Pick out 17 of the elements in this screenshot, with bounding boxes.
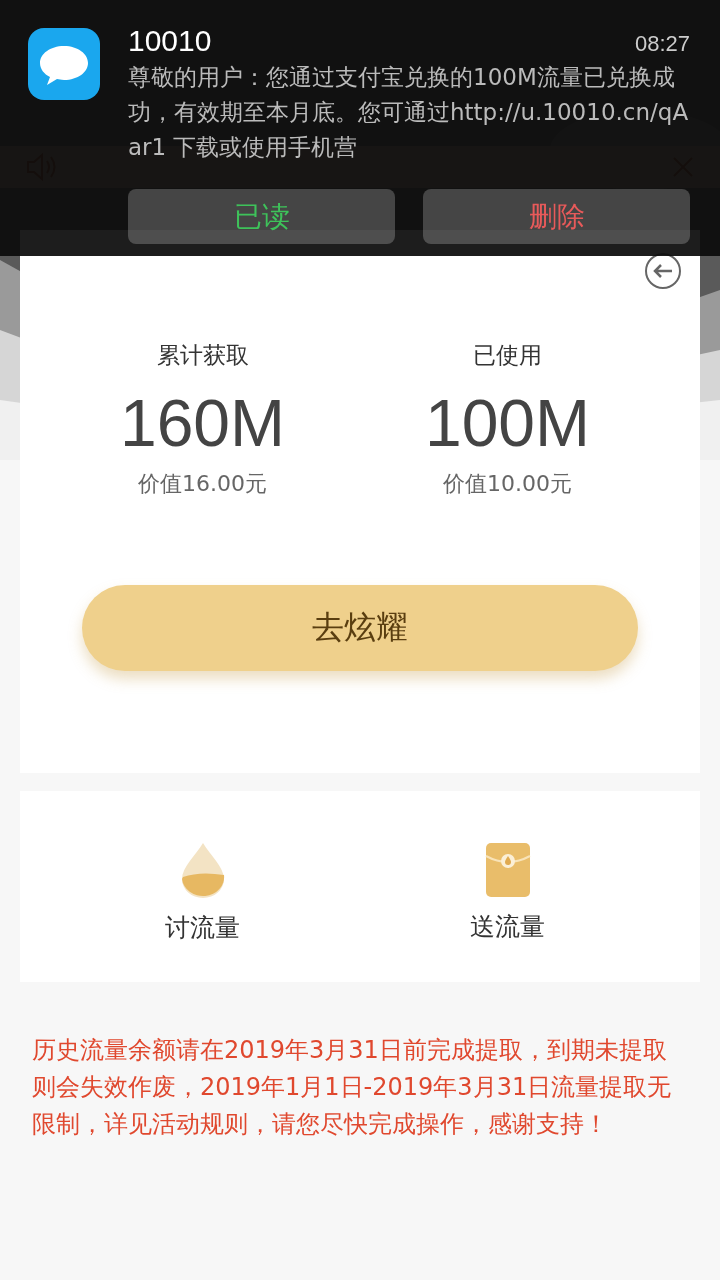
- show-off-button[interactable]: 去炫耀: [82, 585, 638, 671]
- message-app-icon[interactable]: [28, 28, 100, 100]
- stat-value: 100M: [424, 385, 591, 461]
- envelope-icon: [484, 842, 531, 898]
- stat-worth: 价值16.00元: [138, 470, 267, 498]
- stat-label: 累计获取: [156, 341, 249, 370]
- stat-value: 160M: [119, 385, 286, 461]
- action-label[interactable]: 送流量: [470, 910, 545, 943]
- water-drop-icon: [179, 841, 226, 899]
- message-text: 尊敬的用户：您通过支付宝兑换的100M流量已兑换成功，有效期至本月底。您可通过http://u.10010.cn/qAar1 下载或使用手机营: [128, 63, 690, 162]
- sender-name: 10010: [128, 24, 212, 58]
- stat-label: 已使用: [473, 341, 542, 370]
- notification-time: 08:27: [634, 31, 690, 57]
- stat-worth: 价值10.00元: [443, 470, 572, 498]
- mark-read-button[interactable]: 已读: [128, 189, 395, 244]
- action-label[interactable]: 讨流量: [165, 911, 240, 944]
- notice-text: 历史流量余额请在2019年3月31日前完成提取，到期未提取则会失效作废，2019年1月1日-2019年3月31日流量提取无限制，详见活动规则，请您尽快完成操作，感谢支持！: [32, 1035, 673, 1140]
